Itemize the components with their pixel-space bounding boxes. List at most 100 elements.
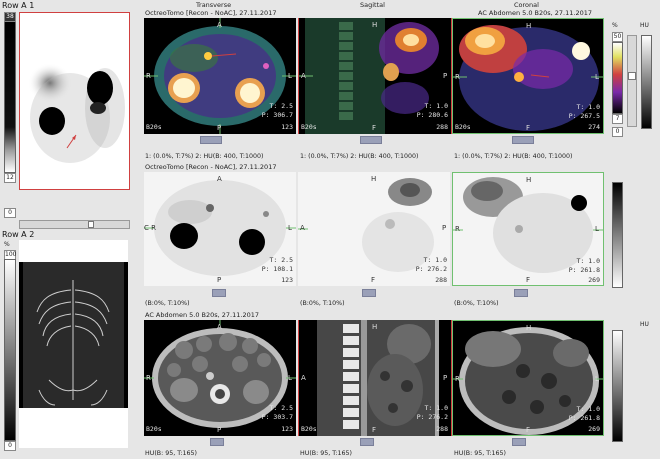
ct-cor-ori-bottom: F [526,426,531,434]
nm-sagittal-view[interactable]: H A P F T: 1.0 P: 276.2 288 [298,172,450,286]
ct-sag-position: P: 276.2 [416,413,448,421]
fused-coronal-view[interactable]: H R L F T: 1.0 P: 267.5 274 B20s [452,18,604,134]
fused-tra-window: 1: (0.0%, T:7%) 2: HU(B: 400, T:1000) [145,153,264,160]
fused-scale-pct: % [612,22,618,29]
col-title-coronal: Coronal [514,1,539,9]
fused-header-right: AC Abdomen 5.0 B20s, 27.11.2017 [478,9,592,17]
nm-cor-ori-right: L [595,225,599,233]
fused-sag-ori-bottom: F [372,124,377,132]
nm-cor-ori-top: H [526,176,532,184]
nm-cor-ori-left: R [455,225,460,233]
fused-tra-ori-right: L [288,72,292,80]
nm-tra-position: P: 108.1 [261,265,293,273]
fused-cor-ori-bottom: F [526,124,531,132]
nm-coronal-view[interactable]: H R L F T: 1.0 P: 261.8 269 [452,172,604,286]
nm-sag-ori-left: A [300,224,305,232]
ct-cor-position: P: 261.8 [568,414,600,422]
row-a1-label: Row A 1 [2,1,35,10]
ct-cor-slice-tab[interactable] [512,438,526,446]
nm-sag-position: P: 276.2 [415,265,447,273]
fused-tra-slice-tab[interactable] [200,136,222,144]
ct-sag-ori-right: P [443,374,448,382]
col-title-sagittal: Sagittal [360,1,385,9]
row-a2-scale-bot: 0 [4,441,16,451]
fused-sag-slice-tab[interactable] [360,136,382,144]
fused-scale-hu: HU [640,22,649,29]
fused-tra-kernel: B20s [146,123,162,131]
ct-header-left: AC Abdomen 5.0 B20s, 27.11.2017 [145,311,259,319]
fused-sag-thickness: T: 1.0 [424,102,448,110]
nm-sag-window: (B:0%, T:10%) [300,300,345,307]
nm-sag-thickness: T: 1.0 [423,256,447,264]
fused-sag-position: P: 280.6 [416,111,448,119]
nm-tra-slice-tab[interactable] [212,289,226,297]
fused-cor-ori-top: H [526,22,532,30]
nm-tra-ori-top: A [217,175,222,183]
ct-transverse-view[interactable]: A R L P T: 2.5 P: 303.7 123 B20s [144,320,296,436]
nm-cor-thickness: T: 1.0 [576,257,600,265]
fused-cor-slice: 274 [588,123,600,131]
fused-cor-slice-tab[interactable] [512,136,534,144]
fused-tra-position: P: 306.7 [261,111,293,119]
ct-cor-ori-right: L [595,375,599,383]
ct-tra-ori-top: A [217,323,222,331]
nm-tra-slice: 123 [281,276,293,284]
fused-sag-kernel: B20s [301,123,317,131]
nm-cor-position: P: 261.8 [568,266,600,274]
ct-tra-kernel: B20s [146,425,162,433]
row-a2-gray-scale [4,259,16,441]
nm-sag-ori-bottom: F [371,276,376,284]
fused-cor-window: 1: (0.0%, T:7%) 2: HU(B: 400, T:1000) [454,153,573,160]
ct-sag-slice: 288 [436,425,448,433]
row-a1-mip-view[interactable] [19,12,130,190]
fused-opacity-slider[interactable] [627,35,637,127]
fused-header-left: OctreoTomo [Recon - NoAC], 27.11.2017 [145,9,277,17]
row-a2-pct: % [4,241,10,248]
ct-tra-slice: 123 [281,425,293,433]
fused-sag-ori-left: A [301,72,306,80]
row-a2-label: Row A 2 [2,230,35,239]
ct-scale-hu: HU [640,321,649,328]
fused-sagittal-view[interactable]: H A P F T: 1.0 P: 280.6 288 B20s [298,18,452,134]
ct-tra-thickness: T: 2.5 [269,404,293,412]
ct-cor-ori-top: H [526,324,532,332]
ct-tra-window: HU(B: 95, T:165) [145,450,198,457]
fused-transverse-view[interactable]: A R L P T: 2.5 P: 306.7 123 B20s [144,18,296,134]
ct-gray-scale [612,330,623,442]
nm-tra-ori-left: C R [144,224,156,232]
ct-sag-window: HU(B: 95, T:165) [300,450,353,457]
row-a2-topogram-view[interactable] [19,240,128,448]
nm-sag-slice: 288 [435,276,447,284]
ct-sag-kernel: B20s [301,425,317,433]
nm-sag-slice-tab[interactable] [362,289,376,297]
ct-sag-slice-tab[interactable] [360,438,374,446]
ct-tra-ori-bottom: P [217,426,222,434]
row-a1-gray-scale [4,21,16,173]
ct-cor-slice: 269 [588,425,600,433]
nm-tra-ori-right: L [288,224,292,232]
fused-cor-kernel: B20s [455,123,471,131]
col-title-transverse: Transverse [196,1,232,9]
ct-coronal-view[interactable]: H R L F T: 1.0 P: 261.8 269 [452,320,604,436]
fused-tra-slice: 123 [281,123,293,131]
nm-sag-ori-top: H [371,175,377,183]
row-a1-scale-mid: 12 [4,173,16,183]
row-a1-scale-bot: 0 [4,208,16,218]
fused-color-scale [612,42,623,114]
nm-transverse-view[interactable]: A C R L P T: 2.5 P: 108.1 123 [144,172,296,286]
nm-cor-slice-tab[interactable] [514,289,528,297]
ct-sagittal-view[interactable]: H A P F T: 1.0 P: 276.2 288 B20s [298,320,452,436]
fused-sag-ori-right: P [443,72,448,80]
ct-sag-thickness: T: 1.0 [424,404,448,412]
nm-cor-window: (B:0%, T:10%) [454,300,499,307]
ct-sag-ori-left: A [301,374,306,382]
ct-cor-thickness: T: 1.0 [576,405,600,413]
ct-tra-slice-tab[interactable] [210,438,224,446]
nm-gray-scale [612,182,623,288]
fused-scale-mid: 7 [612,114,623,124]
fused-tra-ori-top: A [217,21,222,29]
row-a1-slider[interactable] [19,220,130,229]
fused-tra-ori-left: R [146,72,151,80]
ct-tra-position: P: 303.7 [261,413,293,421]
nm-tra-window: (B:0%, T:10%) [145,300,190,307]
